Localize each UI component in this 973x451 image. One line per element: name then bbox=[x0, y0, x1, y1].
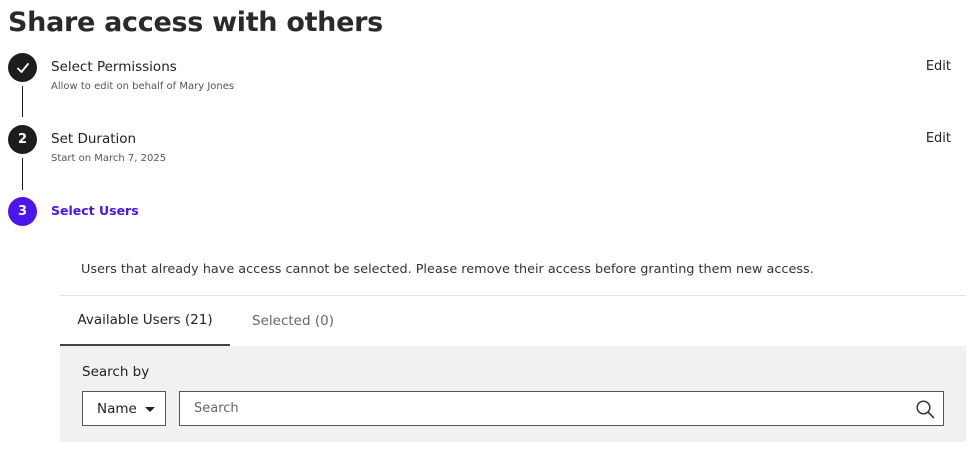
tab-available-users[interactable]: Available Users (21) bbox=[60, 296, 230, 346]
checkmark-icon bbox=[16, 62, 29, 73]
search-panel: Search by Name bbox=[60, 346, 966, 442]
tab-selected-users[interactable]: Selected (0) bbox=[230, 296, 356, 346]
search-field-value: Name bbox=[97, 400, 137, 417]
step-2-marker: 2 bbox=[8, 125, 37, 154]
step-connector bbox=[22, 86, 23, 117]
search-icon[interactable] bbox=[915, 399, 935, 419]
access-notice: Users that already have access cannot be… bbox=[81, 262, 814, 277]
step-2-subtitle: Start on March 7, 2025 bbox=[51, 153, 167, 164]
step-connector bbox=[22, 158, 23, 190]
caret-down-icon bbox=[145, 407, 155, 412]
search-by-label: Search by bbox=[82, 364, 150, 380]
search-field-select[interactable]: Name bbox=[82, 391, 166, 426]
page-title: Share access with others bbox=[8, 7, 383, 38]
search-input[interactable] bbox=[180, 392, 900, 425]
step-1-subtitle: Allow to edit on behalf of Mary Jones bbox=[51, 81, 235, 92]
step-1-marker bbox=[8, 53, 37, 82]
step-3-marker: 3 bbox=[8, 197, 37, 226]
user-tabs: Available Users (21) Selected (0) bbox=[60, 295, 966, 347]
step-1-title: Select Permissions bbox=[51, 59, 177, 75]
edit-duration-link[interactable]: Edit bbox=[926, 130, 951, 148]
edit-permissions-link[interactable]: Edit bbox=[926, 58, 951, 76]
step-2-title: Set Duration bbox=[51, 131, 137, 147]
step-3-title: Select Users bbox=[51, 203, 139, 218]
search-box bbox=[179, 391, 944, 426]
